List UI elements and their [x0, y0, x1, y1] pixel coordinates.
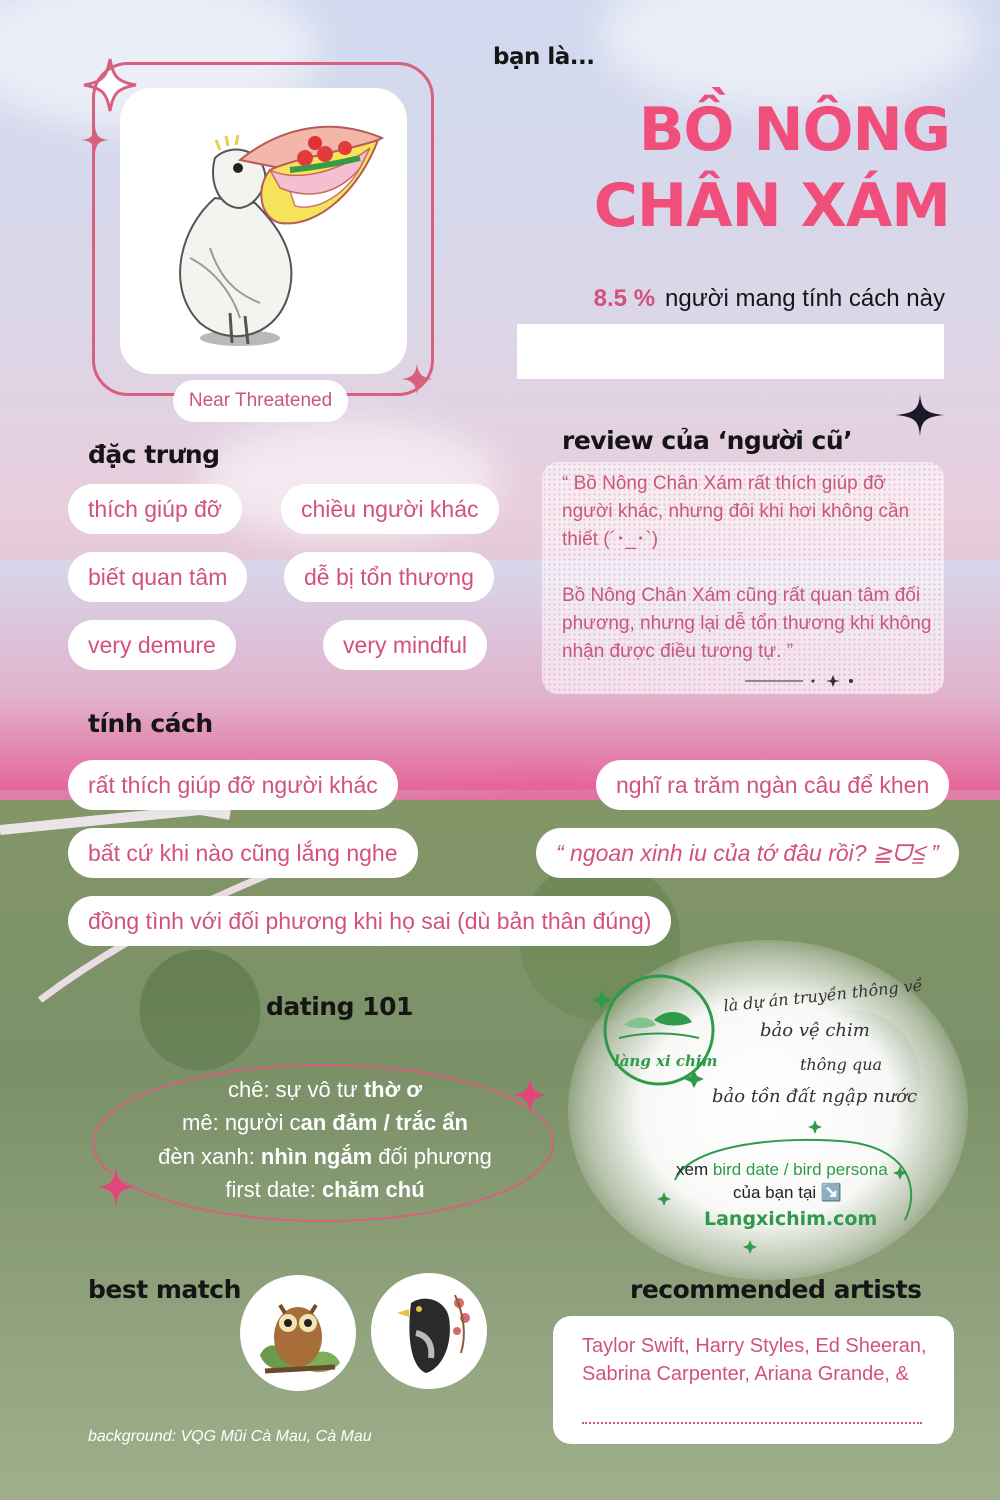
stat-percent: 8.5 % — [593, 285, 656, 312]
trait-pill: biết quan tâm — [68, 552, 248, 602]
review-heading: review của ‘người cũ’ — [562, 426, 853, 455]
intro-text: bạn là... — [493, 44, 595, 70]
trait-pill: thích giúp đỡ — [68, 484, 243, 534]
stat-label: người mang tính cách này — [665, 285, 945, 312]
artists-heading: recommended artists — [630, 1275, 922, 1304]
dating-green-flag: đèn xanh: nhìn ngắm đối phương — [158, 1144, 492, 1169]
promo-cta: xem bird date / bird persona — [676, 1160, 888, 1179]
review-paragraph-1: “ Bồ Nông Chân Xám rất thích giúp đỡ ngư… — [562, 473, 910, 550]
dating-like: mê: người can đảm / trắc ẩn — [182, 1110, 468, 1135]
persona-stat: 8.5 % người mang tính cách này — [545, 285, 945, 313]
promo-cta-2: của bạn tại ↘️ — [733, 1183, 843, 1202]
best-match-heading: best match — [88, 1275, 241, 1304]
personality-pill: bất cứ khi nào cũng lắng nghe — [68, 828, 418, 878]
persona-title: BỒ NÔNG CHÂN XÁM — [560, 92, 951, 244]
personality-pill: “ ngoan xinh iu của tớ đâu rồi? ≧ᗜ≦ ” — [536, 828, 959, 878]
best-match-owl — [240, 1275, 356, 1391]
artists-list: Taylor Swift, Harry Styles, Ed Sheeran, … — [582, 1335, 927, 1385]
best-match-myna — [371, 1273, 487, 1389]
persona-title-line1: BỒ NÔNG — [638, 95, 951, 165]
traits-heading: đặc trưng — [88, 440, 220, 469]
personality-pill: đồng tình với đối phương khi họ sai (dù … — [68, 896, 672, 946]
conservation-status-badge: Near Threatened — [173, 380, 348, 422]
dating-dislike: chê: sự vô tư thờ ơ — [227, 1077, 422, 1102]
personality-pill: rất thích giúp đỡ người khác — [68, 760, 398, 810]
artists-fill-line — [582, 1414, 922, 1424]
persona-title-line2: CHÂN XÁM — [593, 171, 951, 241]
pelican-illustration — [179, 125, 385, 346]
dating-heading: dating 101 — [266, 992, 413, 1021]
personality-pill: nghĩ ra trăm ngàn câu để khen — [596, 760, 950, 810]
personality-heading: tính cách — [88, 709, 213, 738]
trait-pill: dễ bị tổn thương — [284, 552, 494, 602]
myna-illustration — [397, 1294, 470, 1373]
trait-pill: chiều người khác — [281, 484, 499, 534]
trait-pill: very demure — [68, 620, 236, 670]
dating-first-date: first date: chăm chú — [225, 1177, 425, 1202]
promo-line-3: thông qua — [800, 1055, 883, 1074]
trait-pill: very mindful — [323, 620, 487, 670]
background-credit: background: VQG Mũi Cà Mau, Cà Mau — [88, 1428, 372, 1445]
promo-url-link[interactable]: Langxichim.com — [704, 1208, 877, 1230]
avatar-card — [120, 88, 407, 374]
logo-text: làng xi chim — [614, 1052, 718, 1070]
owl-illustration — [260, 1303, 340, 1374]
bird-logo-icon — [594, 974, 715, 1088]
review-paragraph-2: Bồ Nông Chân Xám cũng rất quan tâm đối p… — [562, 585, 932, 662]
stat-bar — [517, 324, 944, 379]
review-divider — [745, 675, 853, 687]
promo-line-4: bảo tồn đất ngập nước — [712, 1086, 918, 1107]
sparkle-icon — [896, 393, 944, 437]
promo-line-2: bảo vệ chim — [760, 1020, 870, 1041]
